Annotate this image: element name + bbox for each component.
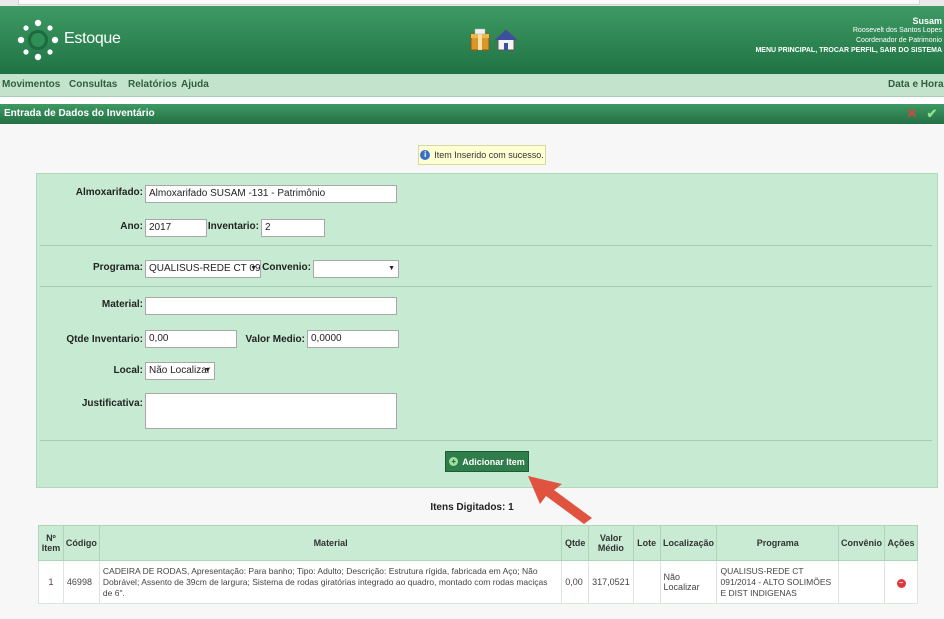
separator (40, 440, 932, 441)
home-icon[interactable] (494, 28, 518, 52)
cell-codigo: 46998 (62, 560, 100, 604)
material-label: Material: (101, 299, 143, 310)
col-valor-a: Valor (599, 533, 622, 543)
app-header: Estoque Susam Roosevelt dos Santos Lopes… (0, 6, 944, 74)
user-links[interactable]: MENU PRINCIPAL, TROCAR PERFIL, SAIR DO S… (755, 46, 942, 56)
cell-valor-medio: 317,0521 (588, 560, 634, 604)
convenio-select[interactable]: ▼ (313, 260, 399, 278)
col-lote: Lote (632, 525, 661, 561)
add-item-button[interactable]: + Adicionar Item (445, 451, 529, 472)
almoxarifado-field[interactable]: Almoxarifado SUSAM -131 - Patrimônio (145, 185, 397, 203)
add-item-button-label: Adicionar Item (462, 456, 525, 467)
success-message: i Item Inserido com sucesso. (418, 145, 546, 165)
programa-label: Programa: (92, 262, 143, 273)
menu-bar: Movimentos Consultas Relatórios Ajuda Da… (0, 74, 944, 97)
qtde-inventario-field[interactable]: 0,00 (145, 330, 237, 348)
col-num-a: Nº (46, 533, 56, 543)
local-select-value: Não Localizar (149, 365, 211, 376)
inventario-field[interactable]: 2 (261, 219, 325, 237)
app-title: Estoque (64, 30, 121, 47)
valor-medio-field[interactable]: 0,0000 (307, 330, 399, 348)
col-valor-medio: Valor Médio (588, 525, 634, 561)
table-row: 1 46998 CADEIRA DE RODAS, Apresentação: … (38, 560, 918, 604)
menu-consultas[interactable]: Consultas (69, 79, 117, 90)
page-title-bar: Entrada de Dados do Inventário ✕ ✔ (0, 104, 944, 124)
menu-ajuda[interactable]: Ajuda (181, 79, 209, 90)
user-full-name: Roosevelt dos Santos Lopes (852, 27, 942, 34)
package-icon[interactable] (468, 28, 492, 52)
chevron-down-icon: ▼ (204, 367, 211, 374)
chevron-down-icon: ▼ (388, 265, 395, 272)
justificativa-textarea[interactable] (145, 393, 397, 429)
col-convenio: Convênio (837, 525, 886, 561)
local-label: Local: (113, 365, 143, 376)
col-num: Nº Item (38, 525, 64, 561)
success-message-text: Item Inserido com sucesso. (434, 150, 544, 160)
cell-programa: QUALISUS-REDE CT 091/2014 - ALTO SOLIMÕE… (716, 560, 839, 604)
menu-data-hora: Data e Hora (888, 79, 944, 90)
arrow-annotation-icon (528, 476, 592, 524)
info-icon: i (420, 150, 431, 160)
local-select[interactable]: Não Localizar ▼ (145, 362, 215, 380)
chevron-down-icon: ▼ (250, 265, 257, 272)
col-material: Material (98, 525, 563, 561)
browser-frame (18, 0, 920, 5)
separator (40, 286, 932, 287)
ano-label: Ano: (120, 221, 143, 232)
cell-convenio (837, 560, 886, 604)
items-table: Nº Item Código Material Qtde Valor Médio L… (38, 525, 918, 604)
cell-acoes: − (884, 560, 918, 604)
cell-qtde: 0,00 (561, 560, 590, 604)
material-field[interactable] (145, 297, 397, 315)
programa-select-value: QUALISUS-REDE CT 091/2 (149, 263, 261, 274)
col-localizacao: Localização (659, 525, 718, 561)
cell-lote (632, 560, 661, 604)
menu-relatorios[interactable]: Relatórios (128, 79, 177, 90)
app-logo-icon[interactable] (16, 18, 60, 62)
check-icon[interactable]: ✔ (925, 107, 939, 121)
items-count: Itens Digitados: 1 (430, 502, 514, 513)
user-name: Susam (912, 16, 942, 26)
menu-movimentos[interactable]: Movimentos (2, 79, 60, 90)
delete-icon[interactable]: − (896, 578, 906, 588)
user-role: Coordenador de Patrimonio (856, 37, 942, 44)
plus-icon: + (449, 457, 459, 466)
inventario-label: Inventario: (207, 221, 259, 232)
justificativa-label: Justificativa: (81, 398, 143, 409)
cell-localizacao: Não Localizar (659, 560, 718, 604)
programa-select[interactable]: QUALISUS-REDE CT 091/2 ▼ (145, 260, 261, 278)
col-valor-b: Médio (597, 543, 624, 553)
col-programa: Programa (716, 525, 839, 561)
valor-medio-label: Valor Medio: (245, 334, 305, 345)
cell-num: 1 (38, 560, 64, 604)
table-header-row: Nº Item Código Material Qtde Valor Médio L… (38, 525, 918, 561)
close-icon[interactable]: ✕ (905, 107, 919, 121)
page-title: Entrada de Dados do Inventário (4, 108, 155, 119)
col-num-b: Item (41, 543, 61, 553)
ano-field[interactable]: 2017 (145, 219, 207, 237)
qtde-inventario-label: Qtde Inventario: (66, 334, 143, 345)
almoxarifado-label: Almoxarifado: (75, 187, 143, 198)
inventory-form: Almoxarifado: Almoxarifado SUSAM -131 - … (36, 173, 938, 488)
user-info: Susam Roosevelt dos Santos Lopes Coorden… (755, 16, 942, 56)
convenio-label: Convenio: (262, 262, 311, 273)
col-qtde: Qtde (561, 525, 590, 561)
col-codigo: Código (62, 525, 100, 561)
separator (40, 245, 932, 246)
col-acoes: Ações (884, 525, 918, 561)
cell-material: CADEIRA DE RODAS, Apresentação: Para ban… (98, 560, 563, 604)
